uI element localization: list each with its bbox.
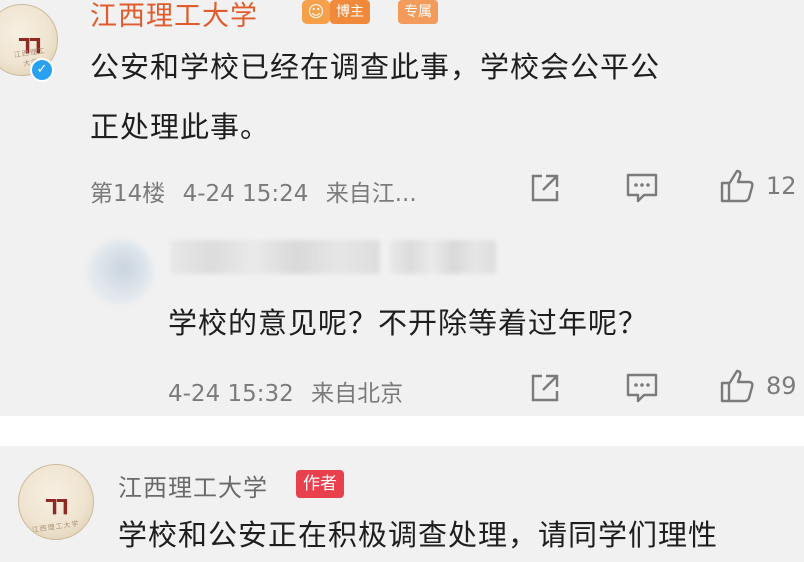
verified-badge-icon: ✓ [30,58,54,82]
share-button[interactable] [528,168,562,208]
comment-text-line2: 正处理此事。 [90,110,271,144]
author-comment-text: 学校和公安正在积极调查处理，请同学们理性 [118,518,719,552]
host-badge: 博主 [330,0,370,24]
author-username[interactable]: 江西理工大学 [118,468,268,503]
exclusive-badge: 专属 [398,0,438,24]
sun-face-icon: ☺ [302,0,330,24]
author-badge: 作者 [296,470,344,498]
author-avatar[interactable]: ㄲ 江西理工大学 [18,464,94,540]
reply-source: 来自北京 [311,381,404,407]
reply-comment-button[interactable] [624,368,660,408]
section-divider [0,416,804,446]
comment-icon [626,173,658,203]
reply-like-count: 89 [766,372,797,400]
like-count: 12 [766,172,797,200]
share-icon [531,374,559,402]
share-icon [531,174,559,202]
comment-button[interactable] [624,168,660,208]
thumbs-up-icon [720,169,754,203]
reply-like-button[interactable]: 89 [718,366,797,406]
reply-meta: 4-24 15:32 来自北京 [168,374,403,408]
reply-username-blurred [170,240,380,274]
reply-badge-blurred [390,240,496,274]
reply-text: 学校的意见呢？不开除等着过年呢？ [168,306,649,340]
comment-meta: 第14楼 4-24 15:24 来自江... [90,174,417,208]
comment-datetime: 4-24 15:24 [182,181,309,207]
comment-text-line1: 公安和学校已经在调查此事，学校会公平公 [90,50,661,84]
floor-number: 第14楼 [90,181,166,207]
reply-avatar[interactable] [88,240,152,304]
comment-source: 来自江... [325,181,417,207]
author-comment: ㄲ 江西理工大学 江西理工大学 作者 学校和公安正在积极调查处理，请同学们理性 [0,446,804,561]
reply-share-button[interactable] [528,368,562,408]
comment-icon [626,373,658,403]
like-button[interactable]: 12 [718,166,797,206]
thumbs-up-icon [720,369,754,403]
username[interactable]: 江西理工大学 [90,0,258,33]
reply-datetime: 4-24 15:32 [168,381,294,407]
comment-thread: ㄲ 江西理工大学 ✓ 江西理工大学 ☺ 博主 专属 公安和学校已经在调查此事，学… [0,0,804,416]
